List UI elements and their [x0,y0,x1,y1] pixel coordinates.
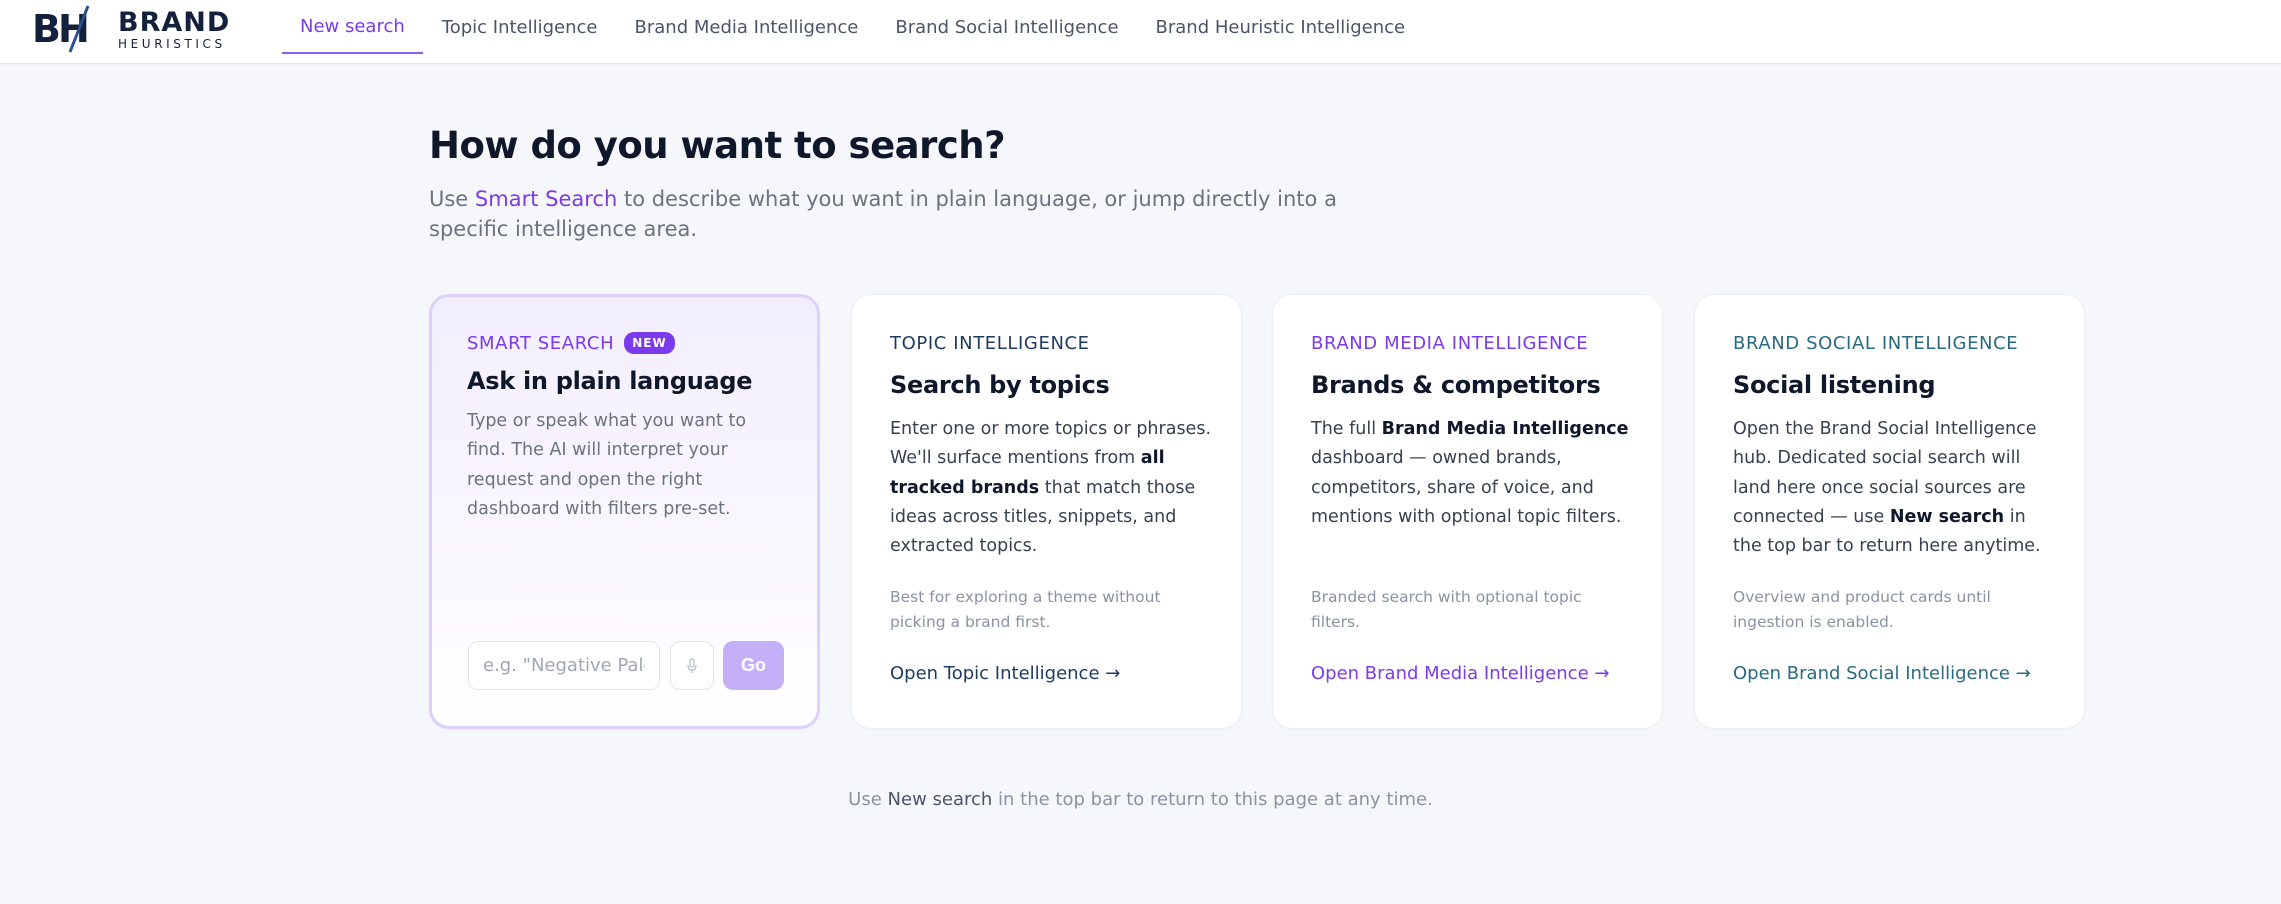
social-body-bold: New search [1889,506,2005,527]
nav-item-new-search[interactable]: New search [282,0,423,54]
topic-note: Best for exploring a theme without picki… [890,588,1161,631]
subtitle-before: Use [429,187,475,211]
smart-search-card: SMART SEARCH NEW Ask in plain language T… [429,294,820,729]
smart-search-description: Type or speak what you want to find. The… [467,411,747,519]
open-topic-intelligence-link[interactable]: Open Topic Intelligence → [890,663,1120,684]
nav-item-brand-social-intelligence[interactable]: Brand Social Intelligence [877,0,1136,54]
page-title: How do you want to search? [429,124,1006,167]
media-description: The full Brand Media Intelligence dashbo… [1311,415,1636,532]
nav-item-brand-heuristic-intelligence[interactable]: Brand Heuristic Intelligence [1138,0,1424,54]
brand-logo[interactable]: BH BRAND HEURISTICS [30,4,240,54]
nav-item-brand-media-intelligence[interactable]: Brand Media Intelligence [617,0,877,54]
microphone-button[interactable] [670,641,714,690]
media-title: Brands & competitors [1311,371,1601,399]
open-brand-social-intelligence-link[interactable]: Open Brand Social Intelligence → [1733,663,2031,684]
social-note: Overview and product cards until ingesti… [1733,588,1991,631]
topic-intelligence-card[interactable]: TOPIC INTELLIGENCE Search by topics Ente… [851,294,1242,729]
social-description: Open the Brand Social Intelligence hub. … [1733,415,2058,561]
brand-media-intelligence-card[interactable]: BRAND MEDIA INTELLIGENCE Brands & compet… [1272,294,1663,729]
footer-hint: Use New search in the top bar to return … [0,789,2281,810]
social-eyebrow: BRAND SOCIAL INTELLIGENCE [1733,333,2019,354]
smart-search-input[interactable] [468,641,660,690]
footer-new-search: New search [887,789,993,810]
open-brand-media-intelligence-link[interactable]: Open Brand Media Intelligence → [1311,663,1609,684]
smart-search-eyebrow: SMART SEARCH NEW [467,332,675,354]
microphone-icon [687,657,697,673]
main-nav: New search Topic Intelligence Brand Medi… [282,0,1424,64]
page-subtitle: Use Smart Search to describe what you wa… [429,184,1389,244]
topic-title: Search by topics [890,371,1110,399]
media-body-bold: Brand Media Intelligence [1381,419,1629,439]
media-eyebrow: BRAND MEDIA INTELLIGENCE [1311,333,1589,354]
nav-item-topic-intelligence[interactable]: Topic Intelligence [424,0,616,54]
smart-search-title: Ask in plain language [467,367,753,395]
footer-after: in the top bar to return to this page at… [992,789,1433,810]
logo-brand-text: BRAND [118,6,231,38]
social-title: Social listening [1733,371,1936,399]
logo-mark-icon: BH [32,5,90,53]
brand-social-intelligence-card[interactable]: BRAND SOCIAL INTELLIGENCE Social listeni… [1694,294,2085,729]
go-button[interactable]: Go [723,641,784,690]
new-badge: NEW [624,332,675,354]
logo-sub-text: HEURISTICS [118,36,226,51]
media-note: Branded search with optional topic filte… [1311,588,1582,631]
media-body-1: The full [1311,419,1382,439]
top-bar: BH BRAND HEURISTICS New search Topic Int… [0,0,2281,64]
smart-search-eyebrow-label: SMART SEARCH [467,332,615,354]
logo-wordmark: BRAND HEURISTICS [118,9,230,50]
topic-eyebrow: TOPIC INTELLIGENCE [890,333,1090,354]
media-body-2: dashboard — owned brands, competitors, s… [1311,448,1622,527]
footer-before: Use [848,789,888,810]
topic-description: Enter one or more topics or phrases. We'… [890,415,1215,561]
smart-search-highlight: Smart Search [474,187,618,211]
